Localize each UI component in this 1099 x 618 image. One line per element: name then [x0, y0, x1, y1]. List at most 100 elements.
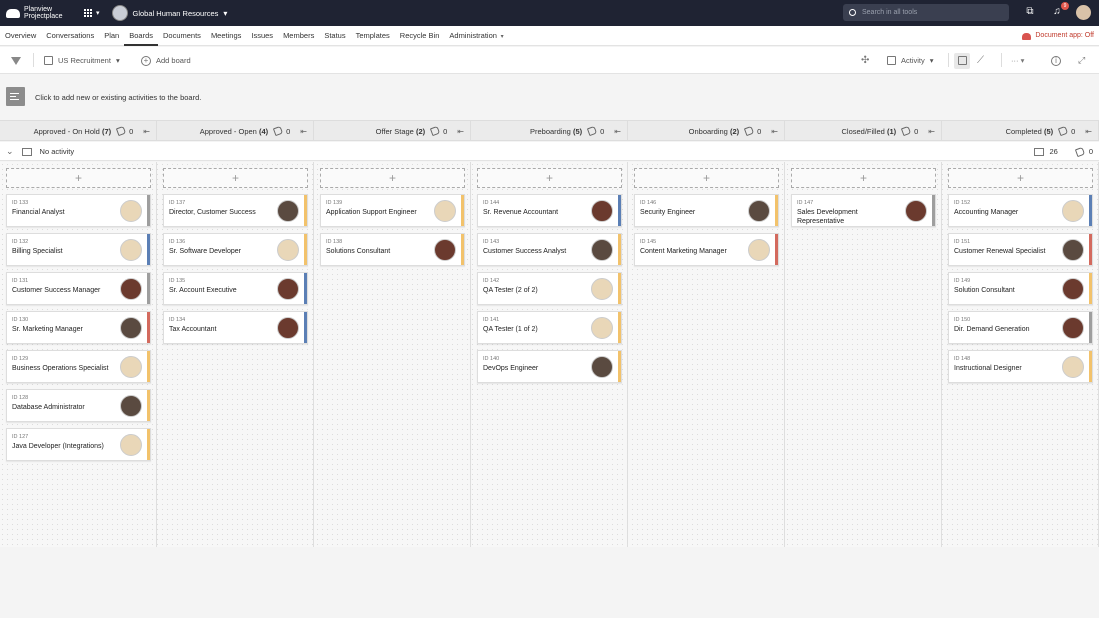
bell-icon[interactable]: ♫ — [1052, 7, 1062, 18]
activity-card[interactable]: ID 128 Database Administrator — [6, 389, 151, 422]
activity-card[interactable]: ID 135 Sr. Account Executive — [163, 272, 308, 305]
nav-administration[interactable]: Administration ▾ — [444, 26, 508, 46]
assignee-avatar[interactable] — [905, 200, 927, 222]
assignee-avatar[interactable] — [748, 239, 770, 261]
book-icon[interactable]: ⧉ — [1025, 7, 1035, 18]
assignee-avatar[interactable] — [277, 200, 299, 222]
nav-members[interactable]: Members — [278, 26, 319, 46]
assignee-avatar[interactable] — [277, 239, 299, 261]
nav-boards[interactable]: Boards — [124, 26, 158, 46]
nav-overview[interactable]: Overview — [0, 26, 41, 46]
activity-card[interactable]: ID 127 Java Developer (Integrations) — [6, 428, 151, 461]
activity-card[interactable]: ID 145 Content Marketing Manager — [634, 233, 779, 266]
activity-card[interactable]: ID 144 Sr. Revenue Accountant — [477, 194, 622, 227]
apps-menu-button[interactable]: ▾ — [84, 8, 100, 18]
nav-conversations[interactable]: Conversations — [41, 26, 99, 46]
assignee-avatar[interactable] — [120, 200, 142, 222]
assignee-avatar[interactable] — [434, 200, 456, 222]
column-header[interactable]: Closed/Filled (1) 0 ⇤ — [785, 121, 942, 141]
assignee-avatar[interactable] — [591, 239, 613, 261]
activity-card[interactable]: ID 142 QA Tester (2 of 2) — [477, 272, 622, 305]
nav-plan[interactable]: Plan — [99, 26, 124, 46]
activity-card[interactable]: ID 136 Sr. Software Developer — [163, 233, 308, 266]
activity-card[interactable]: ID 134 Tax Accountant — [163, 311, 308, 344]
collapse-column-icon[interactable]: ⇤ — [143, 127, 150, 136]
add-activities-hint[interactable]: Click to add new or existing activities … — [35, 93, 201, 102]
activity-card[interactable]: ID 147 Sales Development Representative — [791, 194, 936, 227]
assignee-avatar[interactable] — [1062, 200, 1084, 222]
nav-templates[interactable]: Templates — [351, 26, 395, 46]
activity-selector[interactable]: Activity ▾ — [887, 47, 934, 74]
board-view-button[interactable] — [954, 47, 970, 74]
assignee-avatar[interactable] — [120, 356, 142, 378]
assignee-avatar[interactable] — [120, 278, 142, 300]
collapse-column-icon[interactable]: ⇤ — [614, 127, 621, 136]
add-card-button[interactable]: + — [634, 168, 779, 188]
planview-logo[interactable]: Planview Projectplace — [6, 6, 78, 20]
assignee-avatar[interactable] — [120, 434, 142, 456]
more-options-button[interactable]: ··· ▾ — [1011, 47, 1024, 74]
assignee-avatar[interactable] — [1062, 356, 1084, 378]
assignee-avatar[interactable] — [277, 317, 299, 339]
add-card-button[interactable]: + — [6, 168, 151, 188]
nav-recycle-bin[interactable]: Recycle Bin — [395, 26, 445, 46]
activity-card[interactable]: ID 146 Security Engineer — [634, 194, 779, 227]
workspace-selector[interactable]: Global Human Resources ▾ — [111, 5, 227, 21]
add-activities-button[interactable] — [6, 87, 25, 106]
assignee-avatar[interactable] — [591, 356, 613, 378]
assignee-avatar[interactable] — [120, 395, 142, 417]
activity-card[interactable]: ID 152 Accounting Manager — [948, 194, 1093, 227]
activity-card[interactable]: ID 132 Billing Specialist — [6, 233, 151, 266]
assignee-avatar[interactable] — [591, 278, 613, 300]
column-header[interactable]: Onboarding (2) 0 ⇤ — [628, 121, 785, 141]
help-button[interactable]: i — [1051, 47, 1061, 74]
collapse-column-icon[interactable]: ⇤ — [928, 127, 935, 136]
column-header[interactable]: Preboarding (5) 0 ⇤ — [471, 121, 628, 141]
activity-card[interactable]: ID 129 Business Operations Specialist — [6, 350, 151, 383]
document-app-toggle[interactable]: Document app: Off — [1022, 26, 1094, 46]
activity-card[interactable]: ID 140 DevOps Engineer — [477, 350, 622, 383]
add-card-button[interactable]: + — [477, 168, 622, 188]
assignee-avatar[interactable] — [434, 239, 456, 261]
activity-card[interactable]: ID 130 Sr. Marketing Manager — [6, 311, 151, 344]
global-search[interactable]: Search in all tools — [843, 4, 1009, 21]
collapse-column-icon[interactable]: ⇤ — [771, 127, 778, 136]
nav-documents[interactable]: Documents — [158, 26, 206, 46]
filter-button[interactable] — [11, 47, 21, 74]
activity-card[interactable]: ID 150 Dir. Demand Generation — [948, 311, 1093, 344]
add-board-button[interactable]: + Add board — [141, 47, 191, 74]
activity-card[interactable]: ID 133 Financial Analyst — [6, 194, 151, 227]
swimlane-header[interactable]: ⌄ No activity 26 0 — [0, 142, 1099, 161]
assignee-avatar[interactable] — [591, 200, 613, 222]
activity-card[interactable]: ID 148 Instructional Designer — [948, 350, 1093, 383]
nav-issues[interactable]: Issues — [246, 26, 278, 46]
add-card-button[interactable]: + — [163, 168, 308, 188]
assignee-avatar[interactable] — [748, 200, 770, 222]
nav-meetings[interactable]: Meetings — [206, 26, 246, 46]
chart-view-button[interactable]: ⟋ — [977, 47, 984, 74]
activity-card[interactable]: ID 141 QA Tester (1 of 2) — [477, 311, 622, 344]
assignee-avatar[interactable] — [120, 239, 142, 261]
add-card-button[interactable]: + — [320, 168, 465, 188]
activity-card[interactable]: ID 143 Customer Success Analyst — [477, 233, 622, 266]
assignee-avatar[interactable] — [277, 278, 299, 300]
assignee-avatar[interactable] — [591, 317, 613, 339]
fullscreen-button[interactable]: ⤢ — [1078, 47, 1085, 74]
activity-card[interactable]: ID 151 Customer Renewal Specialist — [948, 233, 1093, 266]
activity-card[interactable]: ID 138 Solutions Consultant — [320, 233, 465, 266]
user-avatar[interactable] — [1076, 5, 1091, 20]
column-header[interactable]: Approved - Open (4) 0 ⇤ — [157, 121, 314, 141]
column-header[interactable]: Completed (5) 0 ⇤ — [942, 121, 1099, 141]
activity-card[interactable]: ID 139 Application Support Engineer — [320, 194, 465, 227]
chevron-down-icon[interactable]: ⌄ — [6, 146, 14, 157]
add-card-button[interactable]: + — [948, 168, 1093, 188]
nav-status[interactable]: Status — [319, 26, 350, 46]
assignee-avatar[interactable] — [1062, 239, 1084, 261]
assignee-avatar[interactable] — [120, 317, 142, 339]
move-button[interactable]: ✣ — [861, 47, 869, 74]
assignee-avatar[interactable] — [1062, 317, 1084, 339]
collapse-column-icon[interactable]: ⇤ — [300, 127, 307, 136]
column-header[interactable]: Offer Stage (2) 0 ⇤ — [314, 121, 471, 141]
collapse-column-icon[interactable]: ⇤ — [457, 127, 464, 136]
collapse-column-icon[interactable]: ⇤ — [1085, 127, 1092, 136]
